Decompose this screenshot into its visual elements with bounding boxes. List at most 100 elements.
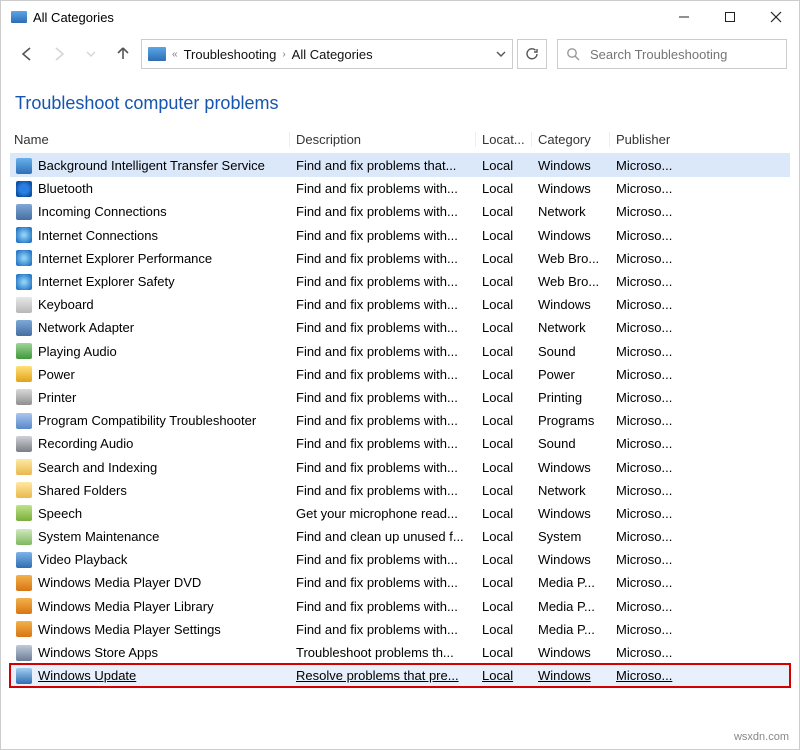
item-icon [16,529,32,545]
col-name[interactable]: Name [10,132,290,147]
item-category: Windows [538,158,591,173]
window: All Categories « [0,0,800,750]
item-icon [16,459,32,475]
item-description: Find and fix problems with... [296,390,458,405]
table-row[interactable]: Recording Audio Find and fix problems wit… [10,432,790,455]
item-publisher: Microso... [616,575,672,590]
col-location[interactable]: Locat... [476,132,532,147]
table-row[interactable]: SpeechGet your microphone read...LocalWi… [10,502,790,525]
minimize-button[interactable] [661,1,707,33]
table-row[interactable]: Windows Store AppsTroubleshoot problems … [10,641,790,664]
maximize-button[interactable] [707,1,753,33]
item-name: Incoming Connections [38,204,167,219]
table-row[interactable]: Shared FoldersFind and fix problems with… [10,479,790,502]
item-location: Local [482,228,513,243]
item-description: Find and fix problems with... [296,460,458,475]
item-name: Internet Connections [38,228,158,243]
table-row[interactable]: Program Compatibility TroubleshooterFind… [10,409,790,432]
table-row[interactable]: Windows Media Player SettingsFind and fi… [10,618,790,641]
table-row[interactable]: Background Intelligent Transfer ServiceF… [10,154,790,177]
item-category: Windows [538,668,591,683]
table-row[interactable]: BluetoothFind and fix problems with...Lo… [10,177,790,200]
item-name: Power [38,367,75,382]
recent-dropdown[interactable] [77,40,105,68]
item-category: Sound [538,436,576,451]
item-name: Windows Store Apps [38,645,158,660]
search-box[interactable] [557,39,787,69]
item-icon [16,482,32,498]
item-publisher: Microso... [616,297,672,312]
item-name: Windows Media Player Library [38,599,214,614]
item-description: Find and fix problems with... [296,436,458,451]
address-bar[interactable]: « Troubleshooting › All Categories [141,39,513,69]
col-description[interactable]: Description [290,132,476,147]
item-name: Background Intelligent Transfer Service [38,158,265,173]
table-row[interactable]: Windows Media Player LibraryFind and fix… [10,595,790,618]
close-button[interactable] [753,1,799,33]
col-category[interactable]: Category [532,132,610,147]
item-publisher: Microso... [616,529,672,544]
item-icon [16,621,32,637]
item-location: Local [482,645,513,660]
item-publisher: Microso... [616,622,672,637]
app-icon [11,9,27,25]
refresh-button[interactable] [517,39,547,69]
item-name: Recording Audio [38,436,133,451]
item-name: Shared Folders [38,483,127,498]
back-button[interactable] [13,40,41,68]
item-category: Media P... [538,575,595,590]
breadcrumb-seg-2[interactable]: All Categories [292,47,373,62]
table-row[interactable]: Video PlaybackFind and fix problems with… [10,548,790,571]
table-row[interactable]: Playing AudioFind and fix problems with.… [10,340,790,363]
table-row[interactable]: Incoming ConnectionsFind and fix problem… [10,200,790,223]
table-row[interactable]: Windows UpdateResolve problems that pre.… [10,664,790,687]
item-publisher: Microso... [616,204,672,219]
item-publisher: Microso... [616,367,672,382]
toolbar: « Troubleshooting › All Categories [1,33,799,75]
item-name: Windows Media Player DVD [38,575,201,590]
item-publisher: Microso... [616,483,672,498]
item-category: Media P... [538,599,595,614]
item-description: Resolve problems that pre... [296,668,459,683]
table-row[interactable]: PowerFind and fix problems with...LocalP… [10,363,790,386]
item-location: Local [482,506,513,521]
item-icon [16,575,32,591]
table-row[interactable]: PrinterFind and fix problems with...Loca… [10,386,790,409]
item-location: Local [482,413,513,428]
forward-button[interactable] [45,40,73,68]
item-icon [16,250,32,266]
col-publisher[interactable]: Publisher [610,132,684,147]
breadcrumb-seg-1[interactable]: Troubleshooting [184,47,277,62]
table-row[interactable]: Internet Explorer Performance Find and fi… [10,247,790,270]
table-row[interactable]: Internet ConnectionsFind and fix problem… [10,224,790,247]
table-row[interactable]: KeyboardFind and fix problems with...Loc… [10,293,790,316]
search-input[interactable] [588,46,778,63]
item-publisher: Microso... [616,158,672,173]
up-button[interactable] [109,40,137,68]
item-name: Windows Media Player Settings [38,622,221,637]
item-name: Internet Explorer Performance [38,251,212,266]
table-row[interactable]: Search and IndexingFind and fix problems… [10,455,790,478]
item-icon [16,297,32,313]
item-location: Local [482,251,513,266]
item-location: Local [482,204,513,219]
item-publisher: Microso... [616,181,672,196]
item-category: Windows [538,181,591,196]
address-dropdown-icon[interactable] [496,47,506,62]
item-location: Local [482,483,513,498]
item-description: Find and fix problems with... [296,575,458,590]
item-location: Local [482,367,513,382]
address-icon [148,45,166,63]
table-row[interactable]: System MaintenanceFind and clean up unus… [10,525,790,548]
item-category: Programs [538,413,594,428]
item-publisher: Microso... [616,668,672,683]
item-location: Local [482,668,513,683]
item-icon [16,505,32,521]
table-row[interactable]: Network AdapterFind and fix problems wit… [10,316,790,339]
table-row[interactable]: Internet Explorer SafetyFind and fix pro… [10,270,790,293]
table-row[interactable]: Windows Media Player DVD Find and fix pro… [10,571,790,594]
page-title: Troubleshoot computer problems [1,75,799,126]
item-description: Find and fix problems with... [296,251,458,266]
item-icon [16,320,32,336]
item-icon [16,389,32,405]
